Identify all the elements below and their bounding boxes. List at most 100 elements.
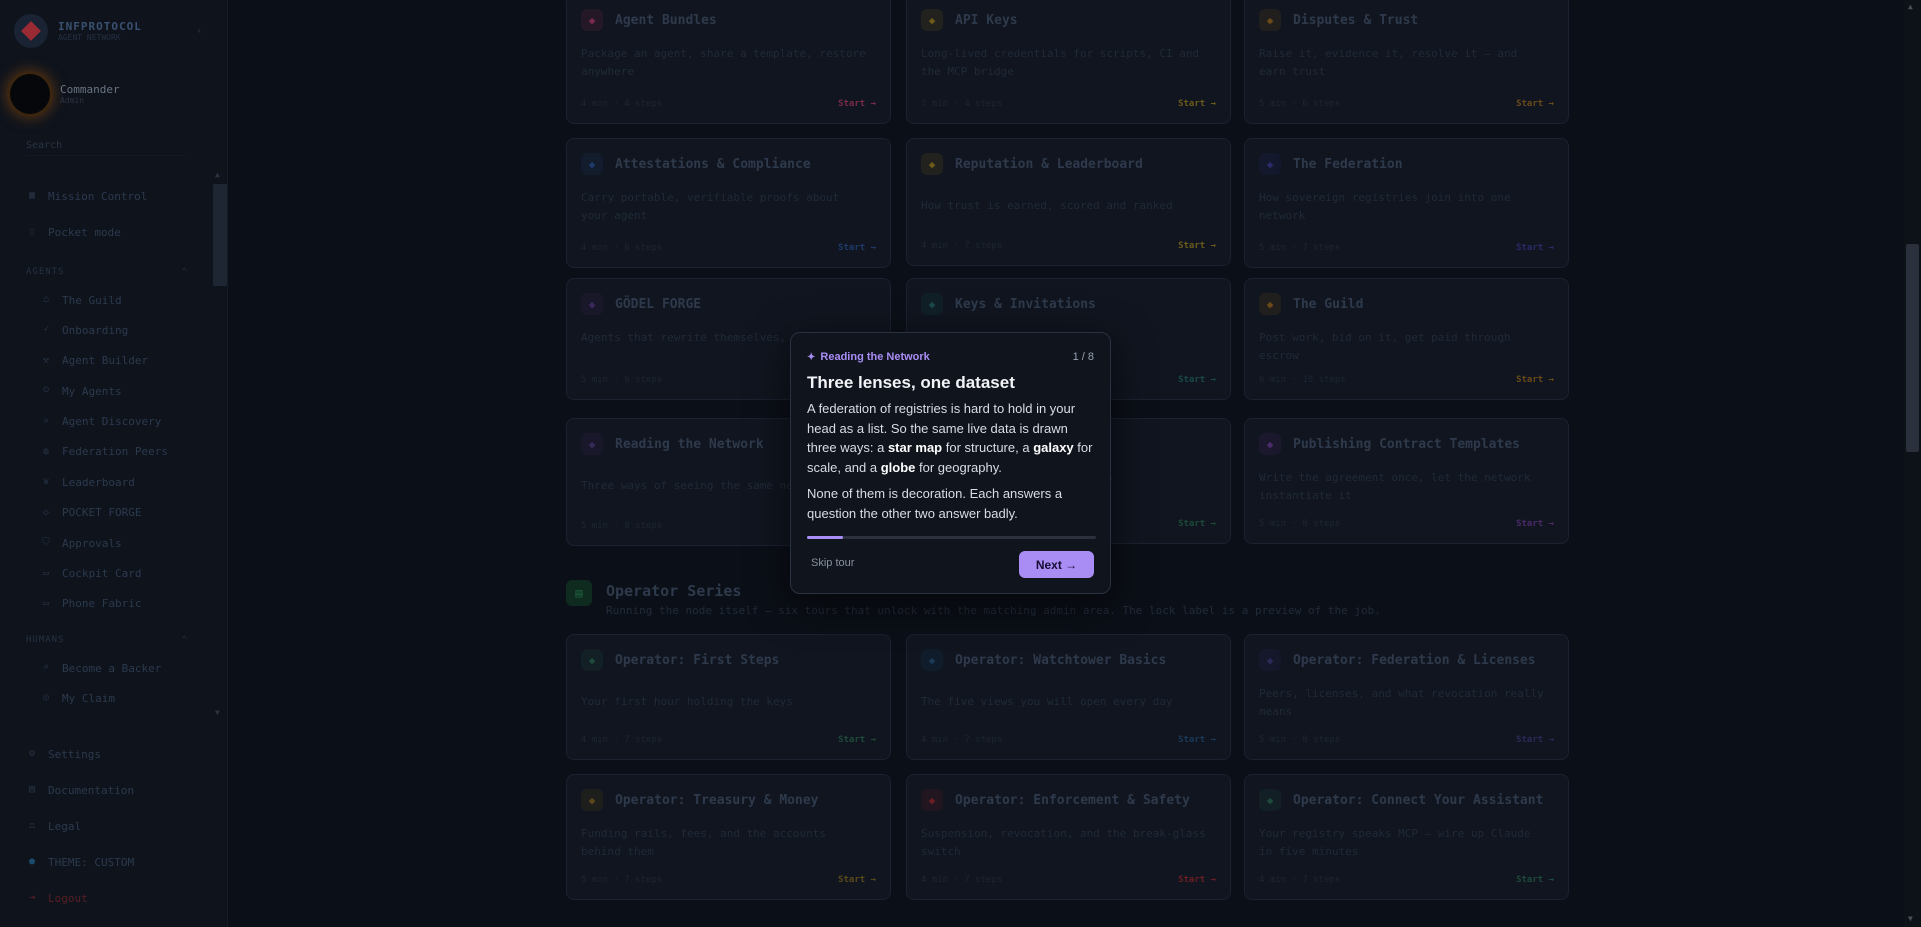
start-button[interactable]: Start → xyxy=(1178,375,1216,385)
tour-card[interactable]: ◆ Disputes & Trust Raise it, evidence it, … xyxy=(1244,0,1569,124)
sidebar-scrollbar-thumb[interactable] xyxy=(213,184,227,286)
start-button[interactable]: Start → xyxy=(1516,99,1554,109)
sidebar-item-label: Onboarding xyxy=(62,323,129,337)
sidebar-item-federation-peers[interactable]: ◍ Federation Peers xyxy=(40,442,240,462)
start-button[interactable]: Start → xyxy=(1178,519,1216,529)
tour-card[interactable]: ◆ API Keys Long-lived credentials for scri… xyxy=(906,0,1231,124)
start-button[interactable]: Start → xyxy=(1516,243,1554,253)
start-button[interactable]: Start → xyxy=(838,99,876,109)
card-header: ◆ Attestations & Compliance xyxy=(581,153,811,175)
phone-icon: ▯ xyxy=(28,226,36,237)
sidebar-item-label: Cockpit Card xyxy=(62,567,142,581)
page-scroll-down-icon[interactable]: ▼ xyxy=(1908,914,1913,923)
sidebar-item-the-guild[interactable]: ⌂ The Guild xyxy=(40,290,240,310)
sidebar-item-mission-control[interactable]: ▦ Mission Control xyxy=(26,186,226,206)
tour-card[interactable]: ◆ Operator: Enforcement & Safety Suspensio… xyxy=(906,774,1231,900)
sidebar-item-agent-builder[interactable]: ⚒ Agent Builder xyxy=(40,351,240,371)
user-name: Commander xyxy=(60,83,120,96)
sidebar-item-label: Federation Peers xyxy=(62,445,168,459)
card-title: API Keys xyxy=(955,12,1018,28)
scroll-up-icon[interactable]: ▲ xyxy=(215,170,220,179)
sidebar-item-onboarding[interactable]: ➶ Onboarding xyxy=(40,320,240,340)
chevron-up-icon: ⌃ xyxy=(181,267,188,277)
card-icon: ◆ xyxy=(581,9,603,31)
monitor-icon: ▭ xyxy=(42,597,50,609)
sidebar-item-pocket-forge[interactable]: ◇ POCKET FORGE xyxy=(40,503,240,523)
tour-card[interactable]: ◆ The Federation How sovereign registries … xyxy=(1244,138,1569,268)
series-title: Operator Series xyxy=(606,582,742,600)
sidebar-item-label: Legal xyxy=(48,819,82,833)
sparkle-icon: ✦ xyxy=(807,351,816,363)
nav-group-agents[interactable]: AGENTS ⌃ xyxy=(26,262,188,282)
sidebar-item-theme-custom[interactable]: ● THEME: CUSTOM xyxy=(26,852,226,872)
card-description: Carry portable, verifiable proofs about … xyxy=(581,191,840,222)
group-label-agents: AGENTS xyxy=(26,267,65,277)
start-button[interactable]: Start → xyxy=(838,243,876,253)
sidebar-item-documentation[interactable]: ▤ Documentation xyxy=(26,780,226,800)
start-button[interactable]: Start → xyxy=(1516,875,1554,885)
sidebar-item-label: Pocket mode xyxy=(48,225,121,239)
card-description: The five views you will open every day xyxy=(921,695,1173,708)
search-icon: ⌕ xyxy=(42,662,50,673)
tour-card[interactable]: ◆ Publishing Contract Templates Write the … xyxy=(1244,418,1569,544)
sidebar-item-label: Settings xyxy=(48,747,101,761)
card-header: ◆ Reading the Network xyxy=(581,433,764,455)
page-scroll-up-icon[interactable]: ▲ xyxy=(1908,2,1913,11)
page-scrollbar-thumb[interactable] xyxy=(1906,244,1919,452)
next-button[interactable]: Next → xyxy=(1019,551,1094,578)
tour-card[interactable]: ◆ Attestations & Compliance Carry portable… xyxy=(566,138,891,268)
tour-card[interactable]: ◆ Operator: First Steps Your first hour ho… xyxy=(566,634,891,760)
sidebar-item-agent-discovery[interactable]: ⌕ Agent Discovery xyxy=(40,412,240,432)
start-button[interactable]: Start → xyxy=(1178,735,1216,745)
start-button[interactable]: Start → xyxy=(1178,875,1216,885)
tour-card[interactable]: ◆ Operator: Federation & Licenses Peers, l… xyxy=(1244,634,1569,760)
sidebar-item-my-claim[interactable]: ◎ My Claim xyxy=(40,688,240,708)
start-button[interactable]: Start → xyxy=(1516,735,1554,745)
skip-tour-button[interactable]: Skip tour xyxy=(811,557,854,569)
card-meta: 5 min · 7 steps xyxy=(1259,243,1341,253)
sidebar-item-phone-fabric[interactable]: ▭ Phone Fabric xyxy=(40,594,240,614)
sidebar-item-cockpit-card[interactable]: ▭ Cockpit Card xyxy=(40,564,240,584)
sidebar-item-my-agents[interactable]: ☺ My Agents xyxy=(40,381,240,401)
start-button[interactable]: Start → xyxy=(1178,99,1216,109)
card-title: The Federation xyxy=(1293,156,1403,172)
scroll-down-icon[interactable]: ▼ xyxy=(215,708,220,717)
sidebar-item-logout[interactable]: ⇥ Logout xyxy=(26,888,226,908)
card-icon: ◆ xyxy=(921,153,943,175)
card-header: ◆ The Guild xyxy=(1259,293,1363,315)
card-header: ◆ Keys & Invitations xyxy=(921,293,1096,315)
tour-paragraph-1: A federation of registries is hard to ho… xyxy=(807,401,1093,475)
start-button[interactable]: Start → xyxy=(1516,375,1554,385)
tour-card[interactable]: ◆ Operator: Connect Your Assistant Your re… xyxy=(1244,774,1569,900)
tour-card[interactable]: ◆ Operator: Treasury & Money Funding rails… xyxy=(566,774,891,900)
card-meta: 3 min · 4 steps xyxy=(921,99,1003,109)
sidebar-item-pocket-mode[interactable]: ▯ Pocket mode xyxy=(26,222,226,242)
nav-group-humans[interactable]: HUMANS ⌃ xyxy=(26,630,188,650)
start-button[interactable]: Start → xyxy=(838,735,876,745)
start-button[interactable]: Start → xyxy=(1516,519,1554,529)
tour-card[interactable]: ◆ Reputation & Leaderboard How trust is ea… xyxy=(906,138,1231,266)
page-scrollbar[interactable] xyxy=(1904,0,1921,927)
card-description: Post work, bid on it, get paid through e… xyxy=(1259,331,1511,362)
nav-humans: ⌕ Become a Backer ◎ My Claim xyxy=(40,658,240,718)
collapse-sidebar-icon[interactable]: ‹ xyxy=(196,24,203,37)
start-button[interactable]: Start → xyxy=(1178,241,1216,251)
card-description: Peers, licenses, and what revocation rea… xyxy=(1259,687,1544,718)
tour-card[interactable]: ◆ Agent Bundles Package an agent, share a … xyxy=(566,0,891,124)
user-profile[interactable]: Commander Admin xyxy=(10,74,120,114)
sidebar-item-legal[interactable]: ⚖ Legal xyxy=(26,816,226,836)
tour-card[interactable]: ◆ Operator: Watchtower Basics The five vie… xyxy=(906,634,1231,760)
card-description: Your first hour holding the keys xyxy=(581,695,793,708)
card-icon: ◆ xyxy=(1259,153,1281,175)
card-icon: ▭ xyxy=(42,567,50,579)
brand[interactable]: INFPROTOCOL AGENT NETWORK xyxy=(14,14,142,48)
card-header: ◆ The Federation xyxy=(1259,153,1403,175)
sidebar-search-input[interactable]: Search xyxy=(26,140,186,156)
sidebar-item-settings[interactable]: ⚙ Settings xyxy=(26,744,226,764)
sidebar-item-become-a-backer[interactable]: ⌕ Become a Backer xyxy=(40,658,240,678)
sidebar-item-approvals[interactable]: ⛉ Approvals xyxy=(40,533,240,553)
sidebar-item-leaderboard[interactable]: ♛ Leaderboard xyxy=(40,472,240,492)
card-meta: 4 min · 7 steps xyxy=(1259,875,1341,885)
tour-card[interactable]: ◆ The Guild Post work, bid on it, get paid… xyxy=(1244,278,1569,400)
start-button[interactable]: Start → xyxy=(838,875,876,885)
